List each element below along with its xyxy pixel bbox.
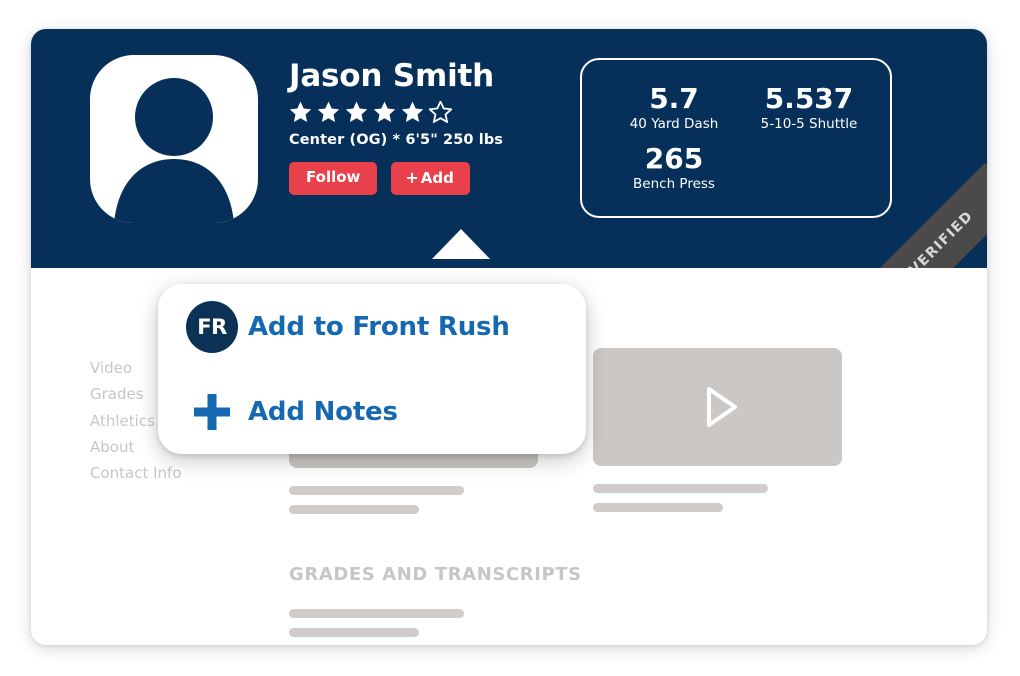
add-button-label: Add <box>420 168 454 187</box>
avatar[interactable] <box>90 55 258 223</box>
verified-ribbon-label: VERIFIED <box>906 207 977 268</box>
person-silhouette-icon <box>90 55 258 223</box>
stat-label: 5-10-5 Shuttle <box>760 116 858 132</box>
follow-button[interactable]: Follow <box>289 161 378 195</box>
text-placeholder-bar <box>289 486 464 495</box>
add-dropdown-menu: FR Add to Front Rush Add Notes <box>158 284 586 454</box>
plus-icon: + <box>405 167 419 187</box>
identity-block: Jason Smith Center (OG) * 6'5" 250 lbs F… <box>289 60 579 195</box>
menu-item-add-to-front-rush[interactable]: FR Add to Front Rush <box>158 284 586 369</box>
star-empty-icon <box>429 100 452 123</box>
menu-item-label: Add Notes <box>248 396 398 427</box>
stat-value: 5.7 <box>649 82 699 115</box>
stat-value: 5.537 <box>764 82 854 115</box>
popup-item-icon-slot: FR <box>186 300 248 353</box>
athlete-profile-card: Jason Smith Center (OG) * 6'5" 250 lbs F… <box>31 29 987 645</box>
add-button[interactable]: + Add <box>391 161 470 195</box>
action-button-row: Follow + Add <box>289 161 579 195</box>
sidebar-item-contact-info[interactable]: Contact Info <box>90 464 220 482</box>
popup-item-icon-slot <box>186 390 248 434</box>
plus-icon <box>186 390 238 434</box>
menu-item-add-notes[interactable]: Add Notes <box>158 369 586 454</box>
stat-label: 40 Yard Dash <box>629 116 719 132</box>
text-placeholder-bar <box>289 505 419 514</box>
star-filled-icon <box>289 101 312 123</box>
text-placeholder-bar <box>593 484 768 493</box>
stat-bench-press: 265 Bench Press <box>604 145 744 192</box>
combine-stats-panel: 5.7 40 Yard Dash 5.537 5-10-5 Shuttle 26… <box>580 58 892 218</box>
video-thumbnail[interactable] <box>593 348 842 466</box>
content-column-right <box>593 348 848 522</box>
text-placeholder-bar <box>593 503 723 512</box>
text-placeholder-bar <box>289 609 464 618</box>
page-title: Jason Smith <box>289 58 495 94</box>
front-rush-badge-icon: FR <box>186 300 238 353</box>
stat-40-yard-dash: 5.7 40 Yard Dash <box>604 85 744 132</box>
player-meta: Center (OG) * 6'5" 250 lbs <box>289 131 504 148</box>
play-icon <box>692 381 744 433</box>
star-filled-icon <box>317 101 340 123</box>
grades-placeholder-bars <box>289 609 464 645</box>
section-title-grades: GRADES AND TRANSCRIPTS <box>289 564 582 585</box>
star-rating[interactable] <box>289 100 579 123</box>
menu-item-label: Add to Front Rush <box>248 311 510 342</box>
stat-label: Bench Press <box>633 176 715 192</box>
profile-header: Jason Smith Center (OG) * 6'5" 250 lbs F… <box>31 29 987 268</box>
star-filled-icon <box>401 101 424 123</box>
screenshot-root: Jason Smith Center (OG) * 6'5" 250 lbs F… <box>0 0 1020 676</box>
stat-value: 265 <box>644 142 704 175</box>
stat-5-10-5-shuttle: 5.537 5-10-5 Shuttle <box>734 85 884 132</box>
popup-arrow <box>432 229 490 259</box>
star-filled-icon <box>345 101 368 123</box>
text-placeholder-bar <box>289 628 419 637</box>
star-filled-icon <box>373 101 396 123</box>
